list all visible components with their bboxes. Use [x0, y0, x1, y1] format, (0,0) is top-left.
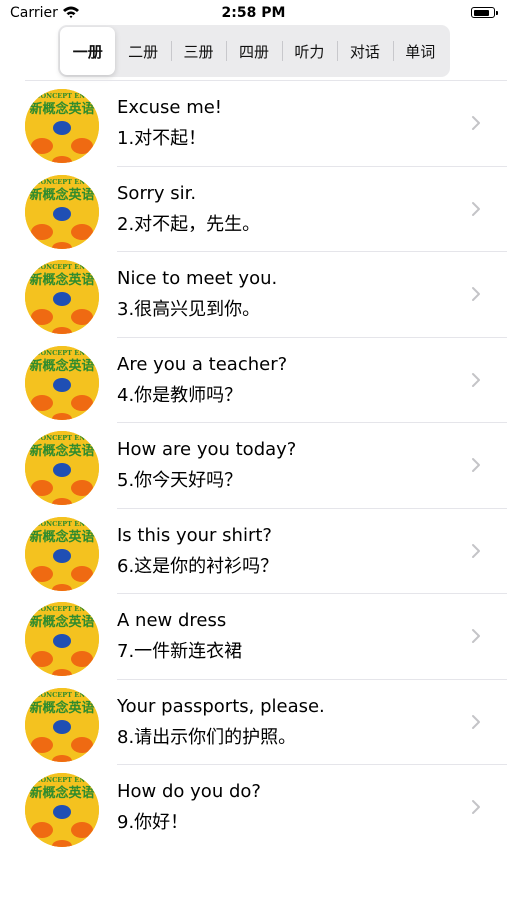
chevron-right-icon [472, 116, 480, 130]
chevron-right-icon [472, 800, 480, 814]
status-bar: Carrier 2:58 PM [0, 0, 507, 28]
thumbnail-logo: 新概念英语 [29, 101, 94, 117]
lesson-subtitle: 8.请出示你们的护照。 [117, 726, 297, 748]
tab-6[interactable]: 单词 [392, 27, 448, 75]
lesson-title: Excuse me! [117, 97, 223, 118]
chevron-right-icon [472, 458, 480, 472]
thumbnail-banner: W CONCEPT ENGLI [25, 434, 98, 442]
lesson-row[interactable]: W CONCEPT ENGLI 新概念英语 Is this your shirt? 6… [0, 509, 507, 595]
tab-3[interactable]: 四册 [226, 27, 281, 75]
chevron-right-icon [472, 372, 480, 387]
tab-0[interactable]: 一册 [60, 27, 116, 75]
chevron-right-icon [472, 629, 480, 643]
lesson-thumbnail: W CONCEPT ENGLI 新概念英语 [25, 602, 99, 676]
thumbnail-logo: 新概念英语 [29, 785, 94, 801]
tab-5[interactable]: 对话 [337, 27, 392, 75]
lesson-title: Is this your shirt? [117, 524, 272, 546]
lesson-title: A new dress [117, 610, 227, 631]
tab-4[interactable]: 听力 [281, 27, 337, 75]
thumbnail-banner: W CONCEPT ENGLI [25, 691, 98, 699]
clock: 2:58 PM [221, 5, 286, 21]
battery-level [473, 9, 490, 16]
thumbnail-logo: 新概念英语 [29, 187, 94, 203]
lesson-row[interactable]: W CONCEPT ENGLI 新概念英语 Your passports, plea… [0, 680, 507, 766]
lesson-thumbnail: W CONCEPT ENGLI 新概念英语 [25, 260, 99, 334]
lesson-thumbnail: W CONCEPT ENGLI 新概念英语 [25, 516, 99, 591]
lesson-thumbnail: W CONCEPT ENGLI 新概念英语 [25, 89, 99, 163]
thumbnail-banner: W CONCEPT ENGLI [25, 605, 98, 613]
lesson-row[interactable]: W CONCEPT ENGLI 新概念英语 Nice to meet you. 3.很… [0, 252, 507, 338]
thumbnail-banner: W CONCEPT ENGLI [25, 520, 98, 528]
lesson-list[interactable]: W CONCEPT ENGLI 新概念英语 Excuse me! 1.对不起！ W CO… [0, 81, 507, 851]
thumbnail-logo: 新概念英语 [29, 358, 94, 374]
tab-1[interactable]: 二册 [115, 27, 170, 75]
thumbnail-logo: 新概念英语 [29, 443, 94, 459]
lesson-title: How do you do? [117, 781, 261, 802]
lesson-subtitle: 7.一件新连衣裙 [117, 641, 243, 662]
chevron-right-icon [472, 201, 480, 216]
lesson-row[interactable]: W CONCEPT ENGLI 新概念英语 Are you a teacher? 4.… [0, 338, 507, 424]
lesson-row[interactable]: W CONCEPT ENGLI 新概念英语 How do you do? 9.你好！ [0, 765, 507, 851]
lesson-title: Nice to meet you. [117, 268, 278, 289]
lesson-row[interactable]: W CONCEPT ENGLI 新概念英语 A new dress 7.一件新连衣裙 [0, 594, 507, 680]
lesson-row[interactable]: W CONCEPT ENGLI 新概念英语 Sorry sir. 2.对不起，先生。 [0, 167, 507, 253]
thumbnail-logo: 新概念英语 [29, 614, 94, 630]
lesson-subtitle: 5.你今天好吗？ [117, 470, 243, 491]
lesson-title: How are you today? [117, 439, 297, 460]
lesson-subtitle: 1.对不起！ [117, 128, 207, 149]
lesson-thumbnail: W CONCEPT ENGLI 新概念英语 [25, 345, 99, 420]
chevron-right-icon [472, 714, 480, 729]
chevron-right-icon [472, 543, 480, 558]
lesson-thumbnail: W CONCEPT ENGLI 新概念英语 [25, 174, 99, 249]
lesson-row[interactable]: W CONCEPT ENGLI 新概念英语 Excuse me! 1.对不起！ [0, 81, 507, 167]
thumbnail-banner: W CONCEPT ENGLI [25, 776, 98, 784]
lesson-thumbnail: W CONCEPT ENGLI 新概念英语 [25, 773, 99, 847]
thumbnail-logo: 新概念英语 [29, 272, 94, 288]
lesson-subtitle: 9.你好！ [117, 812, 189, 833]
lesson-subtitle: 3.很高兴见到你。 [117, 299, 261, 320]
lesson-subtitle: 2.对不起，先生。 [117, 213, 261, 235]
thumbnail-banner: W CONCEPT ENGLI [25, 349, 98, 357]
volume-segmented-control[interactable]: 一册 二册 三册 四册 听力 对话 单词 [58, 25, 450, 77]
lesson-thumbnail: W CONCEPT ENGLI 新概念英语 [25, 431, 99, 505]
lesson-title: Sorry sir. [117, 182, 197, 204]
thumbnail-logo: 新概念英语 [29, 529, 94, 545]
lesson-subtitle: 4.你是教师吗？ [117, 384, 243, 406]
thumbnail-banner: W CONCEPT ENGLI [25, 92, 98, 100]
lesson-subtitle: 6.这是你的衬衫吗？ [117, 555, 279, 577]
tab-2[interactable]: 三册 [170, 27, 226, 75]
thumbnail-banner: W CONCEPT ENGLI [25, 263, 98, 271]
lesson-row[interactable]: W CONCEPT ENGLI 新概念英语 How are you today? 5.… [0, 423, 507, 509]
chevron-right-icon [472, 287, 480, 301]
battery-icon [471, 7, 498, 18]
lesson-title: Are you a teacher? [117, 353, 288, 375]
thumbnail-banner: W CONCEPT ENGLI [25, 178, 98, 186]
thumbnail-logo: 新概念英语 [29, 700, 94, 716]
lesson-thumbnail: W CONCEPT ENGLI 新概念英语 [25, 687, 99, 762]
lesson-title: Your passports, please. [117, 695, 325, 717]
